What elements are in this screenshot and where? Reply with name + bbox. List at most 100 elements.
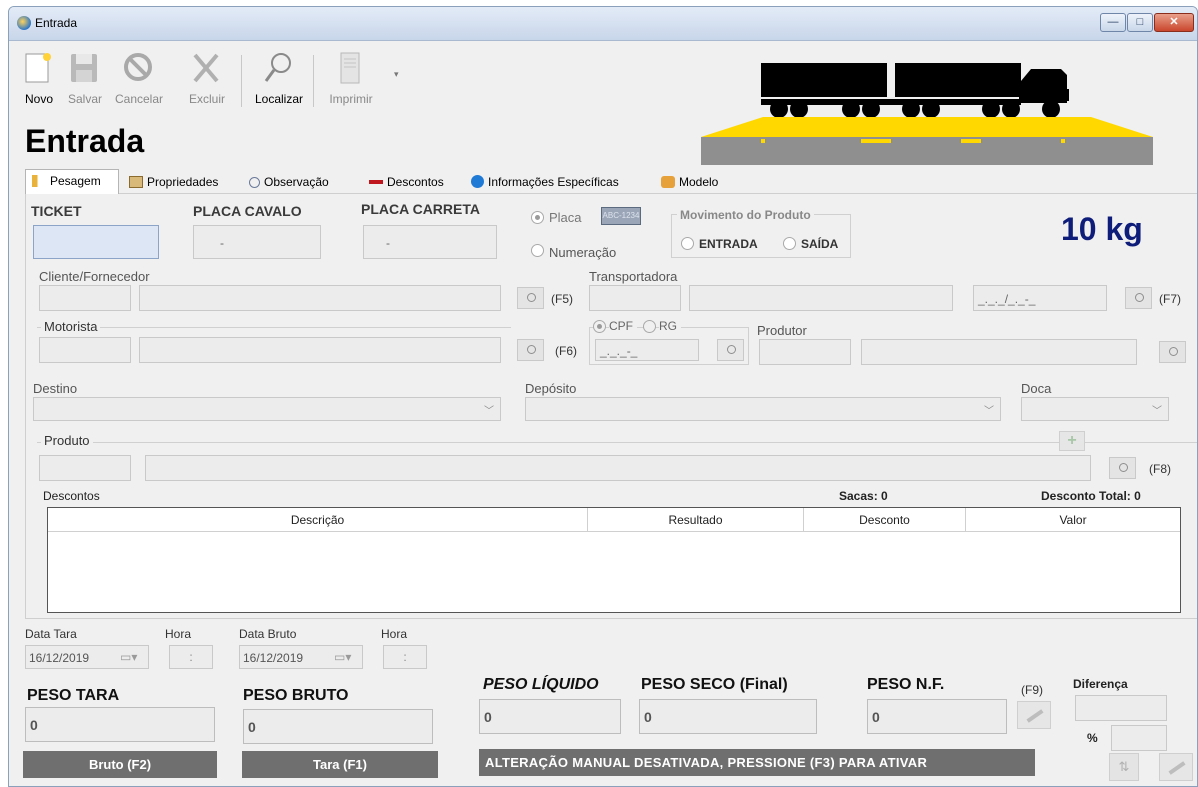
new-document-icon	[25, 53, 51, 83]
cpf-input[interactable]: _._._-_	[595, 339, 699, 361]
app-icon	[17, 16, 31, 30]
localizar-button[interactable]: Localizar	[255, 45, 303, 111]
peso-liquido-field[interactable]: 0	[479, 699, 621, 734]
cliente-code-input[interactable]	[39, 285, 131, 311]
radio-numeracao[interactable]	[531, 244, 544, 257]
add-produto-icon[interactable]: +	[1059, 431, 1085, 451]
produtor-code-input[interactable]	[759, 339, 851, 365]
excluir-button[interactable]: Excluir	[183, 45, 231, 111]
diferenca-field[interactable]	[1075, 695, 1167, 721]
hora-bruto-label: Hora	[381, 627, 408, 641]
peso-bruto-field[interactable]: 0	[243, 709, 433, 744]
peso-seco-field[interactable]: 0	[639, 699, 817, 734]
cnpj-mask: _._._/_._-_	[978, 292, 1036, 306]
produto-label: Produto	[41, 433, 93, 448]
produtor-name-input[interactable]	[861, 339, 1137, 365]
ticket-label: TICKET	[31, 203, 82, 219]
radio-entrada[interactable]	[681, 237, 694, 250]
tab-modelo[interactable]: Modelo	[655, 171, 724, 193]
cliente-name-input[interactable]	[139, 285, 501, 311]
tab-informacoes-especificas[interactable]: Informações Específicas	[465, 171, 625, 193]
motorista-code-input[interactable]	[39, 337, 131, 363]
tab-label: Descontos	[387, 175, 444, 189]
tab-propriedades[interactable]: Propriedades	[123, 171, 224, 193]
tab-label: Modelo	[679, 175, 719, 189]
transportadora-code-input[interactable]	[589, 285, 681, 311]
column-header-resultado[interactable]: Resultado	[588, 508, 804, 532]
motorista-label: Motorista	[41, 319, 101, 334]
placa-carreta-input[interactable]: -	[363, 225, 497, 259]
truck-search-button[interactable]	[717, 339, 744, 361]
produto-search-button[interactable]	[1109, 457, 1136, 479]
maximize-button[interactable]: □	[1127, 13, 1153, 32]
peso-tara-field[interactable]: 0	[25, 707, 215, 742]
edit-nf-icon[interactable]	[1017, 701, 1051, 729]
minimize-button[interactable]: —	[1100, 13, 1126, 32]
salvar-button[interactable]: Salvar	[61, 45, 109, 111]
peso-nf-label: PESO N.F.	[867, 676, 945, 693]
motorista-search-button[interactable]	[517, 339, 544, 361]
model-icon	[661, 176, 675, 188]
dropdown-arrow-icon[interactable]: ▾	[394, 69, 399, 80]
deposito-select[interactable]: ﹀	[525, 397, 1001, 421]
tab-pesagem[interactable]: Pesagem	[25, 169, 119, 194]
deposito-label: Depósito	[525, 381, 577, 396]
peso-bruto-label: PESO BRUTO	[243, 687, 349, 704]
transportadora-search-button[interactable]	[1125, 287, 1152, 309]
radio-numeracao-label: Numeração	[549, 245, 617, 260]
tab-descontos[interactable]: Descontos	[363, 171, 450, 193]
magnifier-icon	[249, 177, 260, 188]
tara-button[interactable]: Tara (F1)	[242, 751, 438, 778]
column-header-descricao[interactable]: Descrição	[48, 508, 588, 532]
destino-select[interactable]: ﹀	[33, 397, 501, 421]
placa-carreta-value: -	[386, 236, 390, 250]
column-header-valor[interactable]: Valor	[966, 508, 1180, 532]
doca-select[interactable]: ﹀	[1021, 397, 1169, 421]
cliente-label: Cliente/Fornecedor	[39, 269, 150, 284]
radio-rg[interactable]	[643, 320, 656, 333]
placa-cavalo-input[interactable]: -	[193, 225, 321, 259]
diferenca-percent-field[interactable]	[1111, 725, 1167, 751]
minus-icon	[369, 180, 383, 184]
compare-icon[interactable]: ⇅	[1109, 753, 1139, 781]
peso-nf-field[interactable]: 0	[867, 699, 1007, 734]
cnpj-input[interactable]: _._._/_._-_	[973, 285, 1107, 311]
data-tara-picker[interactable]: 16/12/2019 ▭▾	[25, 645, 149, 669]
f5-label: (F5)	[551, 292, 573, 306]
tab-observacao[interactable]: Observação	[243, 171, 335, 193]
data-bruto-picker[interactable]: 16/12/2019 ▭▾	[239, 645, 363, 669]
hora-mask: :	[403, 650, 407, 664]
imprimir-button[interactable]: Imprimir	[327, 45, 375, 111]
placa-carreta-label: PLACA CARRETA	[361, 201, 480, 217]
close-button[interactable]: ✕	[1154, 13, 1194, 32]
f8-label: (F8)	[1149, 462, 1171, 476]
hora-bruto-input[interactable]: :	[383, 645, 427, 669]
produto-code-input[interactable]	[39, 455, 131, 481]
cancelar-label: Cancelar	[114, 92, 164, 106]
descontos-label: Descontos	[43, 489, 100, 503]
f6-label: (F6)	[555, 344, 577, 358]
cancelar-button[interactable]: Cancelar	[115, 45, 163, 111]
placa-cavalo-label: PLACA CAVALO	[193, 203, 302, 219]
radio-placa[interactable]	[531, 211, 544, 224]
placa-cavalo-value: -	[220, 236, 224, 250]
motorista-name-input[interactable]	[139, 337, 501, 363]
hora-tara-input[interactable]: :	[169, 645, 213, 669]
produto-name-input[interactable]	[145, 455, 1091, 481]
chevron-down-icon: ﹀	[484, 406, 494, 417]
radio-cpf[interactable]	[593, 320, 606, 333]
main-window: Entrada — □ ✕ Novo Salvar Cancelar Exclu…	[8, 6, 1198, 787]
ticket-input[interactable]	[33, 225, 159, 259]
produtor-search-button[interactable]	[1159, 341, 1186, 363]
column-header-desconto[interactable]: Desconto	[804, 508, 966, 532]
radio-saida[interactable]	[783, 237, 796, 250]
bruto-button[interactable]: Bruto (F2)	[23, 751, 217, 778]
movimento-label: Movimento do Produto	[677, 208, 814, 222]
transportadora-name-input[interactable]	[689, 285, 953, 311]
calendar-icon[interactable]: ▭▾	[334, 650, 351, 664]
edit-diferenca-icon[interactable]	[1159, 753, 1193, 781]
cliente-search-button[interactable]	[517, 287, 544, 309]
peso-liquido-label: PESO LÍQUIDO	[483, 676, 599, 693]
calendar-icon[interactable]: ▭▾	[120, 650, 137, 664]
descontos-table[interactable]: Descrição Resultado Desconto Valor	[47, 507, 1181, 613]
